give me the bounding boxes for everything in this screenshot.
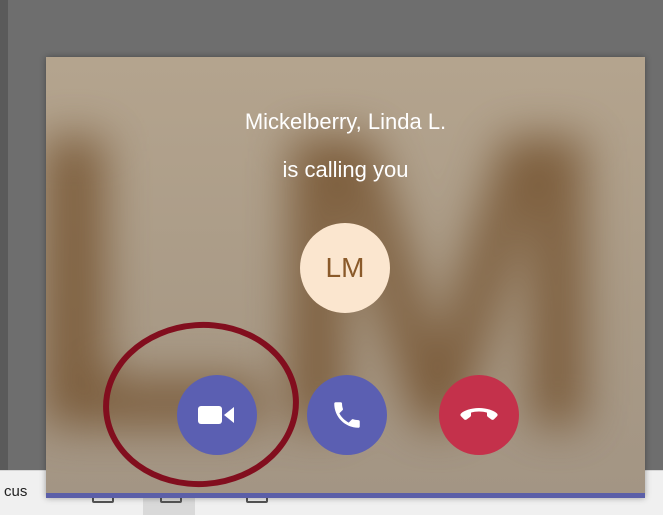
incoming-call-toast: LM Mickelberry, Linda L. is calling you …	[46, 57, 645, 498]
caller-avatar: LM	[300, 223, 390, 313]
accept-audio-button[interactable]	[307, 375, 387, 455]
caller-name: Mickelberry, Linda L.	[244, 109, 447, 134]
phone-icon	[334, 402, 360, 428]
window-edge	[0, 0, 8, 470]
taskbar-partial-label: cus	[4, 483, 28, 500]
accept-video-button[interactable]	[177, 375, 257, 455]
avatar-initials: LM	[325, 252, 365, 283]
decline-call-button[interactable]	[439, 375, 519, 455]
hang-up-icon	[460, 408, 498, 420]
call-status-text: is calling you	[282, 157, 409, 182]
video-camera-icon	[198, 406, 234, 424]
